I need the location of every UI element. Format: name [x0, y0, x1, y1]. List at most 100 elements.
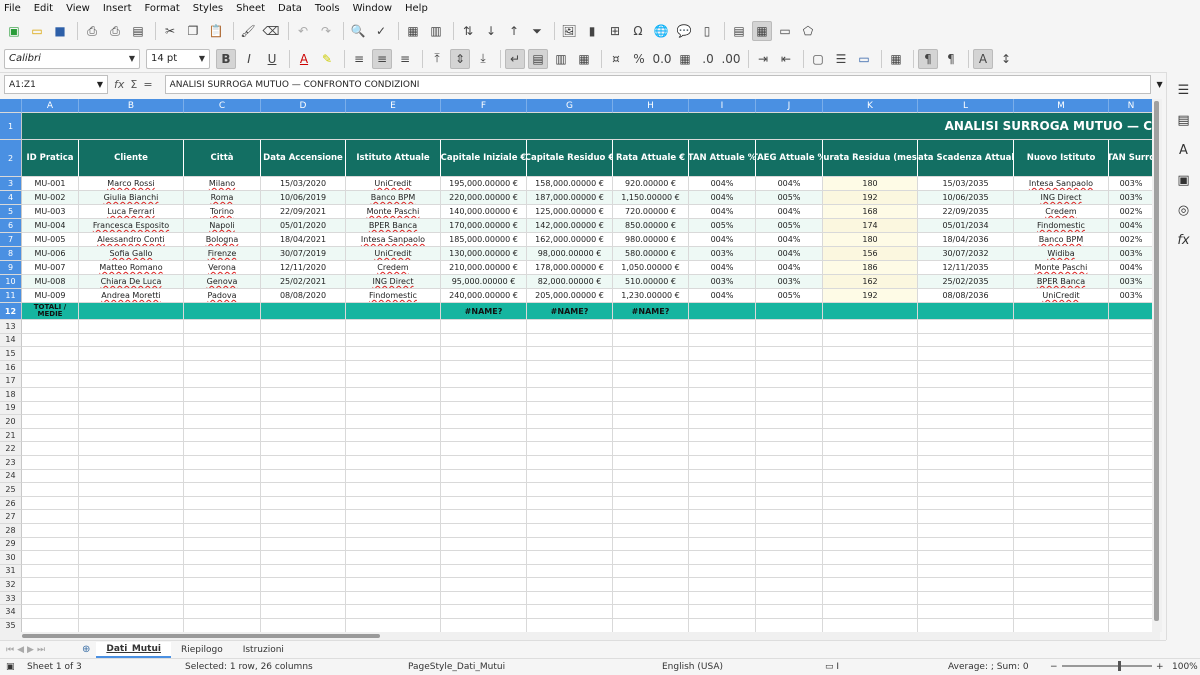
table-cell[interactable]: 004%: [756, 177, 823, 191]
empty-cell[interactable]: [22, 523, 79, 538]
column-title[interactable]: Capitale Iniziale €: [441, 140, 527, 177]
empty-cell[interactable]: [346, 578, 441, 592]
table-cell[interactable]: 156: [823, 247, 918, 261]
column-header[interactable]: A: [22, 99, 79, 113]
tab-navigation[interactable]: ⏮ ◀ ▶ ⏭: [6, 645, 76, 655]
table-cell[interactable]: Intesa Sanpaolo: [1014, 177, 1109, 191]
table-cell[interactable]: 15/03/2035: [918, 177, 1014, 191]
row-header[interactable]: 8: [0, 247, 22, 261]
empty-cell[interactable]: [1109, 442, 1152, 456]
empty-cell[interactable]: [1109, 524, 1152, 538]
empty-cell[interactable]: [1014, 455, 1109, 470]
empty-cell[interactable]: [756, 401, 823, 416]
empty-cell[interactable]: [441, 401, 527, 416]
empty-cell[interactable]: [689, 455, 756, 470]
empty-cell[interactable]: [184, 483, 261, 497]
empty-cell[interactable]: [346, 496, 441, 511]
menu-item-styles[interactable]: Styles: [193, 3, 223, 14]
column-header[interactable]: I: [689, 99, 756, 113]
empty-cell[interactable]: [346, 401, 441, 416]
empty-cell[interactable]: [689, 374, 756, 388]
empty-cell[interactable]: [1014, 347, 1109, 361]
empty-cell[interactable]: [689, 442, 756, 456]
table-cell[interactable]: 08/08/2020: [261, 289, 346, 303]
empty-cell[interactable]: [918, 605, 1014, 620]
row-header[interactable]: 15: [0, 347, 22, 361]
empty-cell[interactable]: [918, 578, 1014, 592]
table-cell[interactable]: 180: [823, 233, 918, 247]
row-header[interactable]: 2: [0, 140, 22, 177]
empty-cell[interactable]: [756, 551, 823, 565]
empty-cell[interactable]: [918, 360, 1014, 375]
empty-cell[interactable]: [527, 483, 613, 497]
empty-cell[interactable]: [261, 469, 346, 484]
empty-cell[interactable]: [1109, 605, 1152, 620]
empty-cell[interactable]: [79, 469, 184, 484]
table-cell[interactable]: Chiara De Luca: [79, 275, 184, 289]
empty-cell[interactable]: [613, 510, 689, 524]
table-cell[interactable]: 004%: [1109, 219, 1152, 233]
empty-cell[interactable]: [346, 387, 441, 402]
empty-cell[interactable]: [261, 428, 346, 443]
empty-cell[interactable]: [1014, 619, 1109, 632]
empty-cell[interactable]: [441, 360, 527, 375]
empty-cell[interactable]: [22, 564, 79, 579]
empty-cell[interactable]: [823, 551, 918, 565]
empty-cell[interactable]: [613, 374, 689, 388]
table-cell[interactable]: 187,000.00000 €: [527, 191, 613, 205]
empty-cell[interactable]: [918, 483, 1014, 497]
table-cell[interactable]: MU-002: [22, 191, 79, 205]
row-header[interactable]: 32: [0, 578, 22, 592]
percent-format-icon[interactable]: %: [629, 49, 649, 69]
totals-cell[interactable]: [184, 303, 261, 320]
empty-cell[interactable]: [22, 360, 79, 375]
row-header[interactable]: 24: [0, 469, 22, 484]
table-cell[interactable]: Credem: [346, 261, 441, 275]
table-cell[interactable]: Findomestic: [1014, 219, 1109, 233]
row-header[interactable]: 9: [0, 261, 22, 275]
totals-cell[interactable]: [689, 303, 756, 320]
empty-cell[interactable]: [689, 347, 756, 361]
table-cell[interactable]: BPER Banca: [346, 219, 441, 233]
empty-cell[interactable]: [689, 360, 756, 375]
empty-cell[interactable]: [22, 374, 79, 388]
empty-cell[interactable]: [261, 333, 346, 348]
empty-cell[interactable]: [527, 619, 613, 632]
empty-cell[interactable]: [346, 415, 441, 429]
zoom-slider-knob[interactable]: [1118, 661, 1121, 671]
empty-cell[interactable]: [22, 591, 79, 606]
table-cell[interactable]: 186: [823, 261, 918, 275]
gallery-icon[interactable]: ▣: [1174, 170, 1194, 190]
empty-cell[interactable]: [527, 605, 613, 620]
empty-cell[interactable]: [527, 537, 613, 552]
empty-cell[interactable]: [441, 374, 527, 388]
empty-cell[interactable]: [613, 387, 689, 402]
empty-cell[interactable]: [527, 428, 613, 443]
empty-cell[interactable]: [1109, 510, 1152, 524]
table-cell[interactable]: 142,000.00000 €: [527, 219, 613, 233]
table-cell[interactable]: MU-006: [22, 247, 79, 261]
empty-cell[interactable]: [184, 510, 261, 524]
empty-cell[interactable]: [346, 442, 441, 456]
empty-cell[interactable]: [756, 564, 823, 579]
table-cell[interactable]: 005%: [756, 289, 823, 303]
empty-cell[interactable]: [689, 551, 756, 565]
bold-icon[interactable]: B: [216, 48, 236, 69]
table-cell[interactable]: Sofia Gallo: [79, 247, 184, 261]
empty-cell[interactable]: [823, 387, 918, 402]
empty-cell[interactable]: [441, 523, 527, 538]
table-cell[interactable]: 192: [823, 191, 918, 205]
zoom-level[interactable]: 100%: [1172, 662, 1198, 672]
table-cell[interactable]: Matteo Romano: [79, 261, 184, 275]
empty-cell[interactable]: [1109, 402, 1152, 416]
table-cell[interactable]: 003%: [1109, 275, 1152, 289]
empty-cell[interactable]: [346, 537, 441, 552]
table-cell[interactable]: 158,000.00000 €: [527, 177, 613, 191]
table-cell[interactable]: Verona: [184, 261, 261, 275]
empty-cell[interactable]: [1014, 333, 1109, 348]
empty-cell[interactable]: [613, 347, 689, 361]
empty-cell[interactable]: [918, 442, 1014, 456]
empty-cell[interactable]: [184, 387, 261, 402]
empty-cell[interactable]: [689, 537, 756, 552]
undo-icon[interactable]: ↶: [293, 21, 313, 41]
